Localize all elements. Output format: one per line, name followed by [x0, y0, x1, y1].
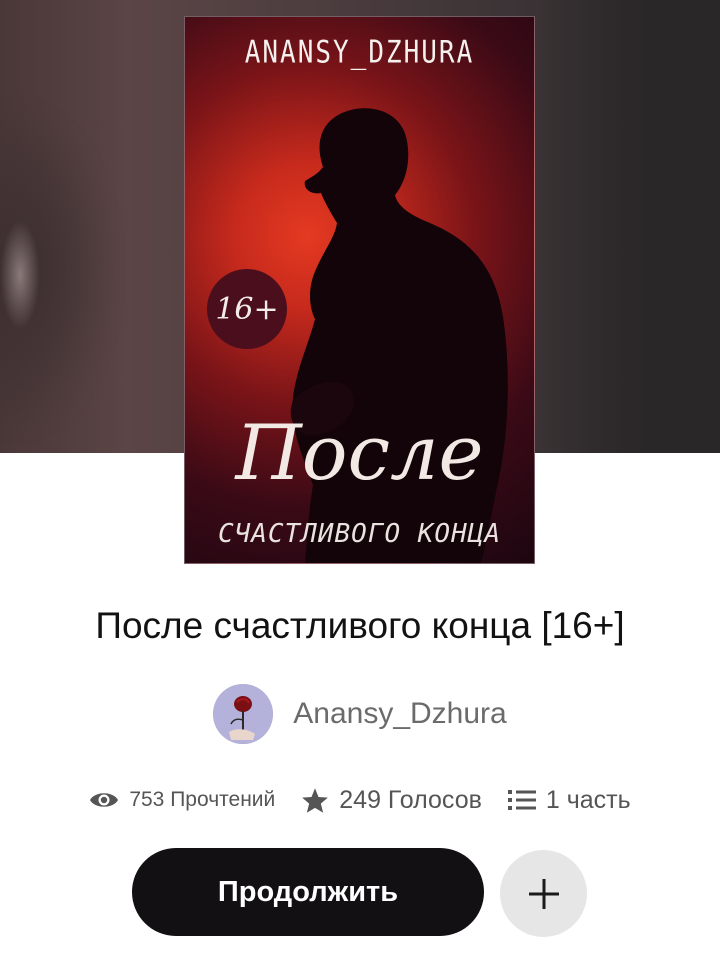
story-stats: 753 Прочтений 249 Голосов 1 часть [0, 780, 720, 820]
list-icon [507, 789, 536, 811]
book-title: После счастливого конца [16+] [95, 605, 625, 646]
book-cover[interactable]: ANANSY_DZHURA 16+ После СЧАСТЛИВОГО КОНЦ… [184, 16, 535, 564]
parts-stat: 1 часть [507, 785, 631, 815]
continue-reading-button[interactable]: Продолжить [132, 848, 484, 936]
story-details-page: ANANSY_DZHURA 16+ После СЧАСТЛИВОГО КОНЦ… [0, 0, 720, 960]
reads-stat: 753 Прочтений [89, 788, 275, 812]
eye-icon [89, 789, 119, 811]
cover-title-script: После [235, 408, 484, 497]
votes-count: 249 Голосов [339, 785, 482, 814]
cover-author-text: ANANSY_DZHURA [244, 35, 475, 71]
author-name-link[interactable]: Anansy_Dzhura [293, 697, 506, 731]
votes-stat: 249 Голосов [301, 786, 482, 815]
parts-count: 1 часть [545, 785, 631, 814]
author-avatar[interactable] [213, 684, 274, 744]
cover-subtitle: СЧАСТЛИВОГО КОНЦА [217, 519, 502, 549]
cover-age-badge: 16+ [207, 269, 287, 349]
plus-icon [528, 878, 559, 909]
rose-avatar-icon [213, 684, 274, 744]
reads-count: 753 Прочтений [129, 788, 276, 811]
author-row[interactable]: Anansy_Dzhura [0, 683, 720, 745]
star-icon [301, 787, 329, 814]
add-to-library-button[interactable] [500, 850, 587, 937]
